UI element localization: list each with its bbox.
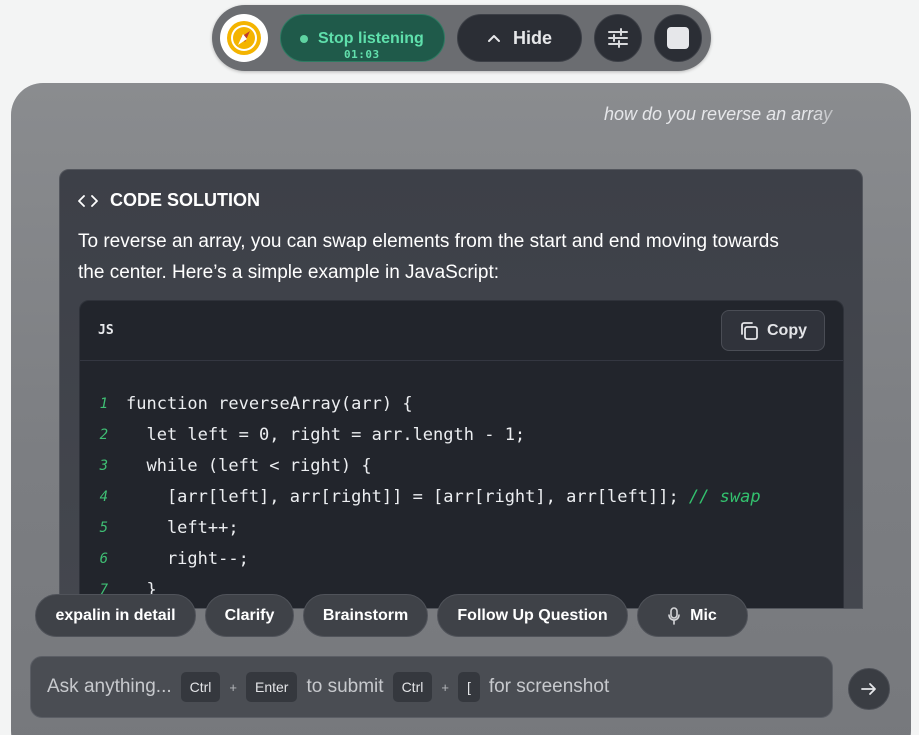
input-placeholder: Ask anything... xyxy=(47,676,172,697)
line-number: 3 xyxy=(99,457,108,474)
code-lines: 1 function reverseArray(arr) { 2 let left … xyxy=(80,388,761,605)
code-language: JS xyxy=(98,323,114,338)
card-header: CODE SOLUTION xyxy=(78,190,260,211)
line-number: 4 xyxy=(99,488,108,505)
settings-button[interactable] xyxy=(594,14,642,62)
code-line: 4 [arr[left], arr[right]] = [arr[right],… xyxy=(80,481,761,512)
submit-hint: to submit xyxy=(306,676,384,697)
line-number: 1 xyxy=(99,395,108,412)
arrow-right-icon xyxy=(861,683,876,695)
copy-icon xyxy=(741,321,758,340)
explain-chip[interactable]: expalin in detail xyxy=(35,594,196,637)
stop-listening-label: Stop listening xyxy=(318,30,424,47)
code-text: left++; xyxy=(126,517,239,538)
code-block-header: JS Copy xyxy=(80,301,843,361)
user-query: how do you reverse an array xyxy=(604,104,833,124)
code-solution-card: CODE SOLUTION To reverse an array, you c… xyxy=(59,169,863,609)
code-block: JS Copy 1 function reverseArray(arr) { 2 l… xyxy=(79,300,844,608)
kbd-plus: + xyxy=(441,679,449,695)
line-number: 2 xyxy=(99,426,108,443)
kbd-ctrl: Ctrl xyxy=(392,672,433,702)
screenshot-hint: for screenshot xyxy=(488,676,610,697)
follow-up-chip-label: Follow Up Question xyxy=(457,606,608,624)
code-line: 3 while (left < right) { xyxy=(80,450,761,481)
chevron-up-icon xyxy=(487,35,500,42)
copy-label: Copy xyxy=(767,321,807,339)
brainstorm-chip[interactable]: Brainstorm xyxy=(303,594,428,637)
clarify-chip-label: Clarify xyxy=(224,606,275,624)
follow-up-chip[interactable]: Follow Up Question xyxy=(437,594,628,637)
mic-chip-label: Mic xyxy=(690,606,717,624)
control-bar: Stop listening 01:03 Hide xyxy=(212,5,711,71)
clarify-chip[interactable]: Clarify xyxy=(205,594,294,637)
kbd-plus: + xyxy=(229,679,237,695)
compass-logo[interactable] xyxy=(220,14,268,62)
copy-button[interactable]: Copy xyxy=(721,310,825,351)
code-brackets-icon xyxy=(78,194,98,207)
code-text: [arr[left], arr[right]] = [arr[right], a… xyxy=(126,486,689,507)
stop-button[interactable] xyxy=(654,14,702,62)
hide-button[interactable]: Hide xyxy=(457,14,582,62)
line-number: 5 xyxy=(99,519,108,536)
submit-button[interactable] xyxy=(848,668,890,710)
code-text: right--; xyxy=(126,548,249,569)
code-text: function reverseArray(arr) { xyxy=(126,393,413,414)
brainstorm-chip-label: Brainstorm xyxy=(322,606,409,624)
code-line: 2 let left = 0, right = arr.length - 1; xyxy=(80,419,761,450)
recording-dot-icon xyxy=(300,35,308,43)
kbd-enter: Enter xyxy=(246,672,298,702)
hide-label: Hide xyxy=(512,27,552,48)
code-text: while (left < right) { xyxy=(126,455,372,476)
microphone-icon xyxy=(668,606,680,625)
stop-listening-button[interactable]: Stop listening 01:03 xyxy=(280,14,445,62)
mic-chip[interactable]: Mic xyxy=(637,594,748,637)
code-text: let left = 0, right = arr.length - 1; xyxy=(126,424,526,445)
sliders-icon xyxy=(608,28,628,48)
code-line: 6 right--; xyxy=(80,543,761,574)
code-line: 5 left++; xyxy=(80,512,761,543)
line-number: 6 xyxy=(99,550,108,567)
code-comment: // swap xyxy=(688,486,761,507)
code-line: 1 function reverseArray(arr) { xyxy=(80,388,761,419)
ask-input[interactable]: Ask anything... Ctrl + Enter to submit C… xyxy=(30,656,833,718)
kbd-ctrl: Ctrl xyxy=(180,672,221,702)
listening-timer: 01:03 xyxy=(344,48,380,61)
card-title: CODE SOLUTION xyxy=(110,190,261,210)
explain-chip-label: expalin in detail xyxy=(55,606,176,624)
kbd-bracket: [ xyxy=(457,672,480,702)
square-stop-icon xyxy=(667,27,689,49)
solution-description: To reverse an array, you can swap elemen… xyxy=(78,231,779,283)
